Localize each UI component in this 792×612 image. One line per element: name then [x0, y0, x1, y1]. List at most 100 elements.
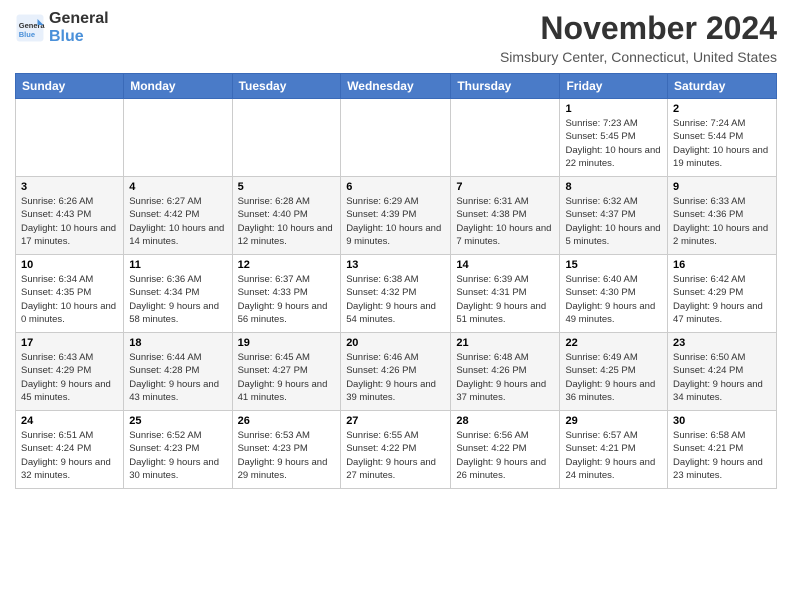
- day-info: Sunrise: 6:36 AM Sunset: 4:34 PM Dayligh…: [129, 273, 226, 326]
- table-cell: 18 Sunrise: 6:44 AM Sunset: 4:28 PM Dayli…: [124, 333, 232, 411]
- day-info: Sunrise: 6:34 AM Sunset: 4:35 PM Dayligh…: [21, 273, 118, 326]
- day-info: Sunrise: 6:53 AM Sunset: 4:23 PM Dayligh…: [238, 429, 336, 482]
- day-number: 22: [565, 337, 662, 349]
- table-cell: 20 Sunrise: 6:46 AM Sunset: 4:26 PM Dayli…: [341, 333, 451, 411]
- day-info: Sunrise: 6:26 AM Sunset: 4:43 PM Dayligh…: [21, 195, 118, 248]
- table-cell: 5Sunrise: 6:28 AM Sunset: 4:40 PM Daylig…: [232, 177, 341, 255]
- table-cell: 9Sunrise: 6:33 AM Sunset: 4:36 PM Daylig…: [668, 177, 777, 255]
- header: General Blue General Blue November 2024 …: [15, 10, 777, 65]
- header-wednesday: Wednesday: [341, 74, 451, 99]
- day-info: Sunrise: 6:44 AM Sunset: 4:28 PM Dayligh…: [129, 351, 226, 404]
- table-cell: 25 Sunrise: 6:52 AM Sunset: 4:23 PM Dayli…: [124, 411, 232, 489]
- day-info: Sunrise: 6:49 AM Sunset: 4:25 PM Dayligh…: [565, 351, 662, 404]
- logo-text-line1: General: [49, 10, 109, 28]
- day-number: 14: [456, 259, 554, 271]
- day-number: 10: [21, 259, 118, 271]
- table-cell: 8 Sunrise: 6:32 AM Sunset: 4:37 PM Daylig…: [560, 177, 668, 255]
- day-number: 3: [21, 181, 118, 193]
- day-number: 7: [456, 181, 554, 193]
- table-cell: 3 Sunrise: 6:26 AM Sunset: 4:43 PM Daylig…: [16, 177, 124, 255]
- table-cell: 12 Sunrise: 6:37 AM Sunset: 4:33 PM Dayli…: [232, 255, 341, 333]
- day-number: 25: [129, 415, 226, 427]
- day-number: 15: [565, 259, 662, 271]
- logo-icon: General Blue: [15, 13, 45, 43]
- day-number: 20: [346, 337, 445, 349]
- table-cell: 15 Sunrise: 6:40 AM Sunset: 4:30 PM Dayli…: [560, 255, 668, 333]
- day-number: 2: [673, 103, 771, 115]
- day-info: Sunrise: 6:27 AM Sunset: 4:42 PM Dayligh…: [129, 195, 226, 248]
- table-cell: 1 Sunrise: 7:23 AM Sunset: 5:45 PM Daylig…: [560, 99, 668, 177]
- day-number: 24: [21, 415, 118, 427]
- day-info: Sunrise: 6:29 AM Sunset: 4:39 PM Dayligh…: [346, 195, 445, 248]
- day-number: 4: [129, 181, 226, 193]
- day-number: 13: [346, 259, 445, 271]
- table-cell: 7Sunrise: 6:31 AM Sunset: 4:38 PM Daylig…: [451, 177, 560, 255]
- svg-text:Blue: Blue: [19, 30, 35, 39]
- day-number: 8: [565, 181, 662, 193]
- table-cell: 17 Sunrise: 6:43 AM Sunset: 4:29 PM Dayli…: [16, 333, 124, 411]
- page-container: General Blue General Blue November 2024 …: [0, 0, 792, 499]
- day-number: 17: [21, 337, 118, 349]
- day-info: Sunrise: 6:52 AM Sunset: 4:23 PM Dayligh…: [129, 429, 226, 482]
- day-info: Sunrise: 6:40 AM Sunset: 4:30 PM Dayligh…: [565, 273, 662, 326]
- day-number: 18: [129, 337, 226, 349]
- day-number: 30: [673, 415, 771, 427]
- header-saturday: Saturday: [668, 74, 777, 99]
- table-cell: 26 Sunrise: 6:53 AM Sunset: 4:23 PM Dayli…: [232, 411, 341, 489]
- table-cell: 21 Sunrise: 6:48 AM Sunset: 4:26 PM Dayli…: [451, 333, 560, 411]
- day-info: Sunrise: 6:32 AM Sunset: 4:37 PM Dayligh…: [565, 195, 662, 248]
- day-info: Sunrise: 6:46 AM Sunset: 4:26 PM Dayligh…: [346, 351, 445, 404]
- subtitle: Simsbury Center, Connecticut, United Sta…: [500, 49, 777, 65]
- day-number: 12: [238, 259, 336, 271]
- table-cell: 19 Sunrise: 6:45 AM Sunset: 4:27 PM Dayli…: [232, 333, 341, 411]
- day-number: 16: [673, 259, 771, 271]
- header-thursday: Thursday: [451, 74, 560, 99]
- table-cell: [232, 99, 341, 177]
- day-number: 6: [346, 181, 445, 193]
- day-info: Sunrise: 6:33 AM Sunset: 4:36 PM Dayligh…: [673, 195, 771, 248]
- svg-text:General: General: [19, 21, 45, 30]
- table-cell: 27Sunrise: 6:55 AM Sunset: 4:22 PM Dayli…: [341, 411, 451, 489]
- day-number: 28: [456, 415, 554, 427]
- table-cell: [451, 99, 560, 177]
- day-number: 27: [346, 415, 445, 427]
- day-info: Sunrise: 6:56 AM Sunset: 4:22 PM Dayligh…: [456, 429, 554, 482]
- day-info: Sunrise: 6:39 AM Sunset: 4:31 PM Dayligh…: [456, 273, 554, 326]
- day-number: 26: [238, 415, 336, 427]
- table-cell: 30Sunrise: 6:58 AM Sunset: 4:21 PM Dayli…: [668, 411, 777, 489]
- title-section: November 2024 Simsbury Center, Connectic…: [500, 10, 777, 65]
- header-sunday: Sunday: [16, 74, 124, 99]
- day-info: Sunrise: 6:37 AM Sunset: 4:33 PM Dayligh…: [238, 273, 336, 326]
- table-cell: 14 Sunrise: 6:39 AM Sunset: 4:31 PM Dayli…: [451, 255, 560, 333]
- day-info: Sunrise: 6:45 AM Sunset: 4:27 PM Dayligh…: [238, 351, 336, 404]
- logo-text-line2: Blue: [49, 28, 109, 46]
- table-cell: 10 Sunrise: 6:34 AM Sunset: 4:35 PM Dayli…: [16, 255, 124, 333]
- table-cell: 16 Sunrise: 6:42 AM Sunset: 4:29 PM Dayli…: [668, 255, 777, 333]
- day-info: Sunrise: 6:43 AM Sunset: 4:29 PM Dayligh…: [21, 351, 118, 404]
- day-number: 21: [456, 337, 554, 349]
- table-cell: 13Sunrise: 6:38 AM Sunset: 4:32 PM Dayli…: [341, 255, 451, 333]
- day-info: Sunrise: 6:50 AM Sunset: 4:24 PM Dayligh…: [673, 351, 771, 404]
- week-row-2: 10 Sunrise: 6:34 AM Sunset: 4:35 PM Dayli…: [16, 255, 777, 333]
- day-info: Sunrise: 7:23 AM Sunset: 5:45 PM Dayligh…: [565, 117, 662, 170]
- day-number: 19: [238, 337, 336, 349]
- calendar-table: Sunday Monday Tuesday Wednesday Thursday…: [15, 73, 777, 489]
- day-info: Sunrise: 6:42 AM Sunset: 4:29 PM Dayligh…: [673, 273, 771, 326]
- day-info: Sunrise: 6:51 AM Sunset: 4:24 PM Dayligh…: [21, 429, 118, 482]
- table-cell: 29Sunrise: 6:57 AM Sunset: 4:21 PM Dayli…: [560, 411, 668, 489]
- month-title: November 2024: [500, 10, 777, 47]
- day-number: 1: [565, 103, 662, 115]
- table-cell: 11 Sunrise: 6:36 AM Sunset: 4:34 PM Dayli…: [124, 255, 232, 333]
- week-row-1: 3 Sunrise: 6:26 AM Sunset: 4:43 PM Daylig…: [16, 177, 777, 255]
- header-friday: Friday: [560, 74, 668, 99]
- table-cell: 4 Sunrise: 6:27 AM Sunset: 4:42 PM Daylig…: [124, 177, 232, 255]
- week-row-4: 24 Sunrise: 6:51 AM Sunset: 4:24 PM Dayli…: [16, 411, 777, 489]
- day-info: Sunrise: 6:57 AM Sunset: 4:21 PM Dayligh…: [565, 429, 662, 482]
- day-info: Sunrise: 7:24 AM Sunset: 5:44 PM Dayligh…: [673, 117, 771, 170]
- table-cell: 6 Sunrise: 6:29 AM Sunset: 4:39 PM Daylig…: [341, 177, 451, 255]
- day-number: 11: [129, 259, 226, 271]
- day-number: 23: [673, 337, 771, 349]
- logo: General Blue General Blue: [15, 10, 109, 45]
- day-info: Sunrise: 6:48 AM Sunset: 4:26 PM Dayligh…: [456, 351, 554, 404]
- weekday-header-row: Sunday Monday Tuesday Wednesday Thursday…: [16, 74, 777, 99]
